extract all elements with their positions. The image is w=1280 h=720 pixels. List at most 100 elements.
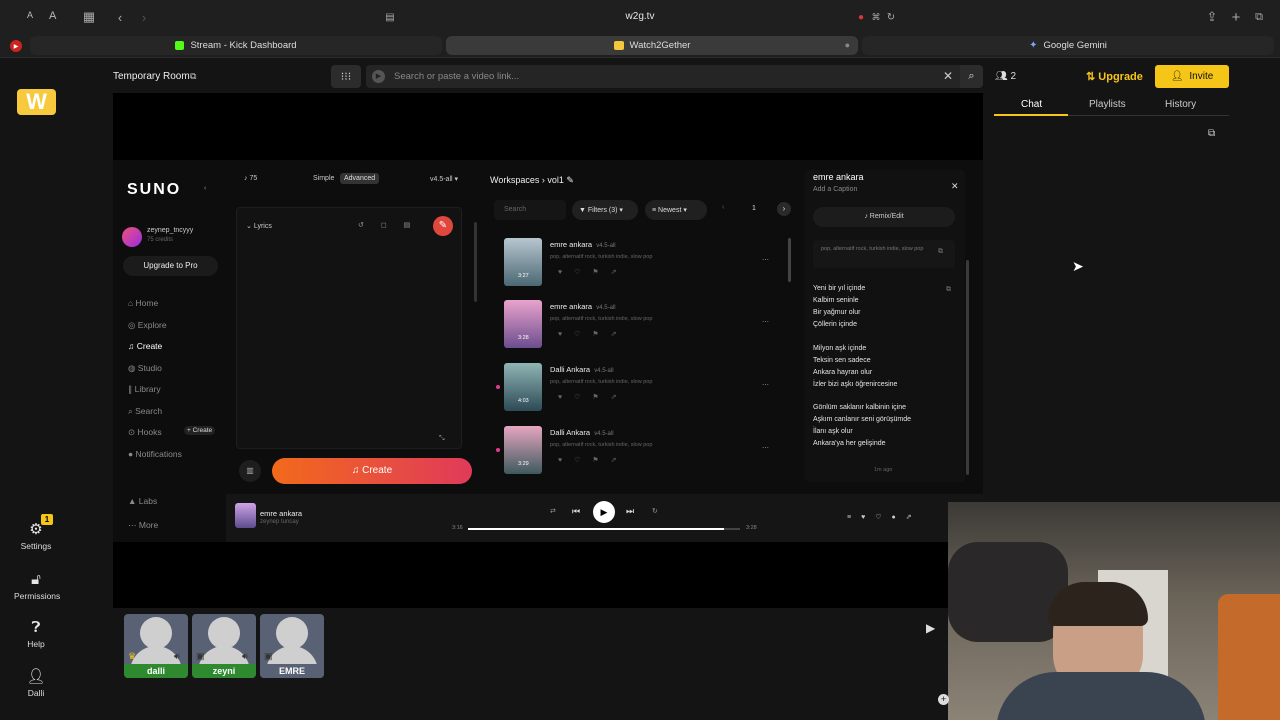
users-count[interactable]: 👥︎ 2	[995, 71, 1016, 82]
user-badge-icon: ▣	[196, 651, 205, 661]
prev-icon[interactable]: ⏮︎	[572, 506, 580, 517]
grid-icon[interactable]: ▦	[80, 8, 98, 26]
back-icon[interactable]: ‹	[112, 8, 128, 26]
lyrics-toggle[interactable]: ⌄ Lyrics	[246, 222, 272, 230]
text-size-small-button[interactable]: A	[27, 10, 33, 20]
nav-studio[interactable]: ◍ Studio	[128, 363, 162, 374]
song-actions[interactable]: ♥♡⚑⇗	[558, 393, 629, 401]
list-item[interactable]: 3:28 emre ankara v4.5-all pop, alternati…	[490, 298, 795, 354]
model-select[interactable]: v4.5-all ▾	[430, 175, 458, 183]
permissions-button[interactable]: 🔓︎ Permissions	[14, 571, 60, 601]
share-icon[interactable]: ⇪	[1205, 9, 1219, 25]
progress-track[interactable]	[468, 528, 740, 530]
list-item[interactable]: 3:29 Dalli Ankara v4.5-all pop, alternat…	[490, 424, 795, 480]
more-icon[interactable]: ⋯	[762, 444, 769, 452]
upgrade-button[interactable]: ⇅ Upgrade	[1086, 70, 1143, 83]
more-icon[interactable]: ⋯	[762, 381, 769, 389]
lyrics-panel[interactable]	[236, 207, 462, 449]
list-item[interactable]: 3:27 emre ankara v4.5-all pop, alternati…	[490, 236, 795, 292]
mode-simple[interactable]: Simple	[313, 175, 334, 182]
mic-icon[interactable]: ●	[856, 9, 866, 25]
video-search-bar[interactable]: ▶ Search or paste a video link... ✕	[366, 65, 983, 88]
song-actions[interactable]: ♥♡⚑⇗	[558, 268, 629, 276]
tab-kick[interactable]: Stream - Kick Dashboard	[30, 36, 442, 55]
shuffle-icon[interactable]: ⇄	[550, 507, 556, 515]
prev-page-icon[interactable]: ‹	[722, 204, 724, 211]
forward-icon[interactable]: ›	[136, 8, 152, 26]
breadcrumb[interactable]: Workspaces › vol1 ✎	[490, 175, 574, 186]
tab-mic-icon: ●	[844, 40, 850, 50]
list-item[interactable]: 4:03 Dalli Ankara v4.5-all pop, alternat…	[490, 361, 795, 417]
trash-icon[interactable]: ▥	[239, 460, 261, 482]
person-shirt	[996, 672, 1206, 720]
collapse-icon[interactable]: ‹	[204, 185, 206, 192]
play-button[interactable]: ▶	[593, 501, 615, 523]
tab-chat[interactable]: Chat	[1021, 99, 1042, 110]
remix-button[interactable]: ♪ Remix/Edit	[813, 207, 955, 227]
close-icon[interactable]: ✕	[951, 181, 959, 192]
popout-icon[interactable]: ⧉	[1208, 128, 1215, 139]
filters-button[interactable]: ▼ Filters (3) ▾	[572, 200, 638, 220]
text-size-large-button[interactable]: A	[49, 10, 56, 22]
search-icon: ⌕	[128, 406, 133, 416]
repeat-icon[interactable]: ↻	[652, 507, 658, 515]
tab-gemini[interactable]: ✦ Google Gemini	[862, 36, 1274, 55]
user-tile-emre[interactable]: EMRE ▣	[260, 614, 324, 678]
song-title: emre ankara v4.5-all	[550, 302, 616, 311]
create-button[interactable]: ♫ Create	[272, 458, 472, 484]
nav-search[interactable]: ⌕ Search	[128, 406, 162, 417]
search-icon[interactable]: ⌕	[960, 65, 983, 88]
clear-icon[interactable]: ✕	[943, 69, 953, 83]
new-tab-icon[interactable]: +	[1229, 9, 1243, 26]
tab-history[interactable]: History	[1165, 99, 1196, 110]
invite-button[interactable]: 👤︎ Invite	[1155, 65, 1229, 88]
profile-button[interactable]: 👤︎ Dalli	[14, 667, 58, 698]
user-tile-dalli[interactable]: dalli ♛ 🔊︎	[124, 614, 188, 678]
user-tile-zeyni[interactable]: zeyni ▣ 🔊︎	[192, 614, 256, 678]
more-icon[interactable]: ⋯	[762, 256, 769, 264]
search-input[interactable]: Search or paste a video link...	[394, 71, 519, 82]
nav-library[interactable]: ∥ Library	[128, 384, 161, 395]
apps-icon[interactable]: ⁝⁝⁝	[331, 65, 361, 88]
copy-lyrics-icon[interactable]: ⧉	[946, 286, 951, 294]
hooks-create-button[interactable]: + Create	[184, 426, 216, 435]
next-icon[interactable]: ⏭︎	[626, 506, 634, 517]
room-title[interactable]: Temporary Room	[113, 71, 190, 82]
nav-create[interactable]: ♫ Create	[128, 341, 162, 351]
caption-input[interactable]: Add a Caption	[813, 186, 857, 193]
song-actions[interactable]: ♥♡⚑⇗	[558, 330, 629, 338]
copy-tags-icon[interactable]: ⧉	[938, 248, 943, 256]
song-actions[interactable]: ♥♡⚑⇗	[558, 456, 629, 464]
nav-notifications[interactable]: ● Notifications	[128, 449, 182, 459]
tab-playlists[interactable]: Playlists	[1089, 99, 1126, 110]
nav-explore[interactable]: ◎ Explore	[128, 320, 167, 331]
nav-home[interactable]: ⌂ Home	[128, 298, 158, 308]
nav-hooks[interactable]: ⊙ Hooks	[128, 427, 162, 438]
tab-watch2gether[interactable]: Watch2Gether ●	[446, 36, 858, 55]
workspace-search-input[interactable]: Search	[494, 200, 566, 220]
reader-icon[interactable]: ▤	[383, 9, 397, 25]
credits-badge: ♪ 75	[244, 175, 258, 182]
next-page-icon[interactable]: ›	[777, 202, 791, 216]
avatar[interactable]	[122, 227, 142, 247]
player-actions[interactable]: ≡♥♡●⇗	[847, 513, 922, 521]
help-button[interactable]: ❓︎ Help	[14, 619, 58, 649]
reload-icon[interactable]: ↻	[885, 9, 897, 25]
copy-icon[interactable]: ⧉	[190, 71, 196, 82]
tab-overview-icon[interactable]: ⧉	[1252, 9, 1266, 25]
sort-button[interactable]: ≡ Newest ▾	[645, 200, 707, 220]
more-icon[interactable]: ⋯	[762, 318, 769, 326]
detail-scrollbar[interactable]	[966, 260, 969, 475]
address-bar[interactable]: w2g.tv	[600, 11, 680, 22]
lyrics-tools[interactable]: ↺◻▤	[358, 221, 427, 229]
w2g-logo[interactable]: W	[17, 89, 56, 115]
magic-icon[interactable]: ✎	[433, 216, 453, 236]
camera-icon[interactable]: ▶	[926, 621, 935, 635]
translate-icon[interactable]: ⌘	[870, 9, 882, 25]
add-icon[interactable]: +	[938, 694, 949, 705]
scrollbar[interactable]	[474, 222, 477, 302]
upgrade-pro-button[interactable]: Upgrade to Pro	[123, 256, 218, 276]
nav-labs[interactable]: ▲ Labs	[128, 496, 157, 506]
nav-more[interactable]: ⋯ More	[128, 520, 158, 531]
mode-advanced[interactable]: Advanced	[340, 173, 380, 184]
